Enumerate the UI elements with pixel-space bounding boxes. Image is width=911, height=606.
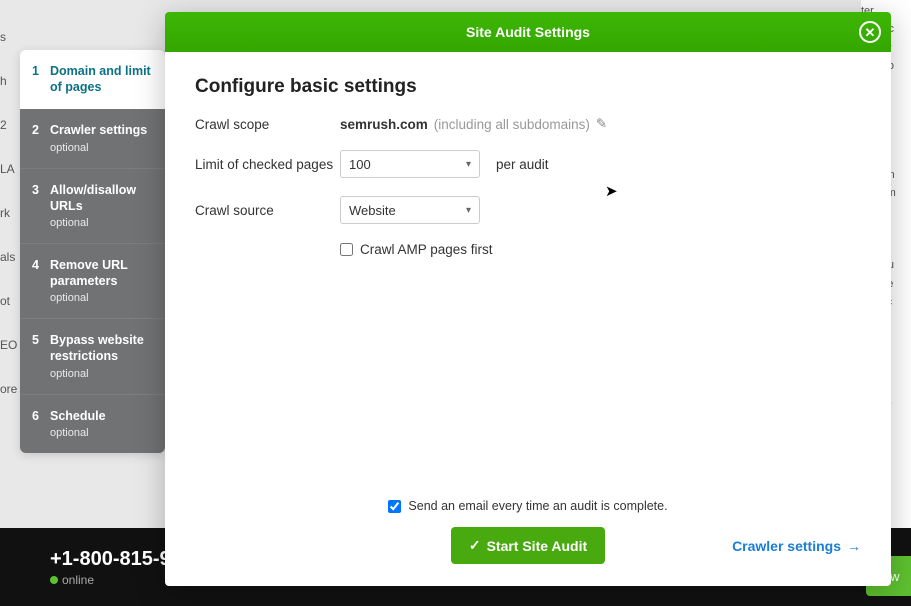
crawl-amp-checkbox[interactable] [340, 243, 353, 256]
step-optional: optional [50, 142, 153, 154]
step-optional: optional [50, 217, 153, 229]
step-title: Crawler settings [50, 123, 153, 139]
step-title: Schedule [50, 409, 153, 425]
crawl-scope-label: Crawl scope [195, 117, 340, 132]
footer-actions: ✓ Start Site Audit Crawler settings → [195, 527, 861, 564]
crawl-amp-label: Crawl AMP pages first [360, 242, 493, 257]
row-crawl-scope: Crawl scope semrush.com (including all s… [195, 116, 861, 132]
close-button[interactable]: ✕ [859, 21, 881, 43]
row-crawl-amp: Crawl AMP pages first [340, 242, 861, 257]
pencil-icon[interactable]: ✎ [596, 116, 607, 132]
email-notify-checkbox[interactable] [388, 500, 401, 513]
wizard-step-list: 1 Domain and limit of pages 2 Crawler se… [20, 50, 165, 453]
wizard-step-crawler-settings[interactable]: 2 Crawler settings optional [20, 109, 165, 168]
bg-text: EO [0, 338, 20, 352]
wizard-step-allow-disallow[interactable]: 3 Allow/disallow URLs optional [20, 168, 165, 243]
step-optional: optional [50, 368, 153, 380]
online-dot-icon [50, 576, 58, 584]
bg-text: ot [0, 294, 20, 308]
bg-text: als [0, 250, 20, 264]
check-icon: ✓ [469, 537, 481, 554]
limit-pages-select[interactable]: 100 ▾ [340, 150, 480, 178]
chevron-down-icon: ▾ [466, 159, 471, 170]
crawl-source-select[interactable]: Website ▾ [340, 196, 480, 224]
limit-pages-label: Limit of checked pages [195, 157, 340, 172]
chevron-down-icon: ▾ [466, 205, 471, 216]
step-number: 6 [32, 409, 50, 423]
close-icon: ✕ [865, 26, 876, 39]
footer-online-status: online [50, 573, 171, 587]
step-number: 5 [32, 333, 50, 347]
modal-footer: Send an email every time an audit is com… [165, 487, 891, 586]
row-email-notify: Send an email every time an audit is com… [388, 499, 667, 513]
row-limit-pages: Limit of checked pages 100 ▾ per audit [195, 150, 861, 178]
per-audit-text: per audit [496, 157, 549, 172]
section-title: Configure basic settings [195, 76, 861, 98]
bg-text: h [0, 74, 20, 88]
limit-pages-value: 100 [349, 157, 371, 172]
step-number: 3 [32, 183, 50, 197]
crawl-source-label: Crawl source [195, 203, 340, 218]
crawl-scope-note: (including all subdomains) [434, 117, 590, 132]
step-title: Domain and limit of pages [50, 64, 153, 95]
crawl-scope-value: semrush.com [340, 117, 428, 132]
start-site-audit-button[interactable]: ✓ Start Site Audit [451, 527, 605, 564]
step-title: Remove URL parameters [50, 258, 153, 289]
background-left-strip: s h 2 LA rk als ot EO ore [0, 0, 20, 530]
row-crawl-source: Crawl source Website ▾ [195, 196, 861, 224]
bg-text: rk [0, 206, 20, 220]
arrow-right-icon: → [847, 538, 861, 554]
next-step-label: Crawler settings [732, 538, 841, 554]
start-button-label: Start Site Audit [487, 538, 588, 554]
wizard-step-schedule[interactable]: 6 Schedule optional [20, 394, 165, 454]
wizard-step-domain-limit[interactable]: 1 Domain and limit of pages [20, 50, 165, 109]
step-number: 1 [32, 64, 50, 78]
step-optional: optional [50, 292, 153, 304]
app-viewport: s h 2 LA rk als ot EO ore ter ers a c o … [0, 0, 911, 606]
step-optional: optional [50, 427, 153, 439]
crawl-source-value: Website [349, 203, 396, 218]
bg-text: LA [0, 162, 20, 176]
step-title: Allow/disallow URLs [50, 183, 153, 214]
footer-phone: +1-800-815-9 [50, 548, 171, 571]
modal-body: Configure basic settings Crawl scope sem… [165, 52, 891, 487]
bg-text: s [0, 30, 20, 44]
modal-title: Site Audit Settings [466, 24, 590, 40]
bg-text: 2 [0, 118, 20, 132]
step-number: 2 [32, 123, 50, 137]
wizard-step-remove-params[interactable]: 4 Remove URL parameters optional [20, 243, 165, 318]
wizard-step-bypass-restrictions[interactable]: 5 Bypass website restrictions optional [20, 318, 165, 393]
modal-header: Site Audit Settings ✕ [165, 12, 891, 52]
bg-text: ore [0, 382, 20, 396]
next-step-link[interactable]: Crawler settings → [732, 538, 861, 554]
step-number: 4 [32, 258, 50, 272]
email-notify-label: Send an email every time an audit is com… [408, 499, 667, 513]
step-title: Bypass website restrictions [50, 333, 153, 364]
site-audit-settings-modal: Site Audit Settings ✕ Configure basic se… [165, 12, 891, 586]
